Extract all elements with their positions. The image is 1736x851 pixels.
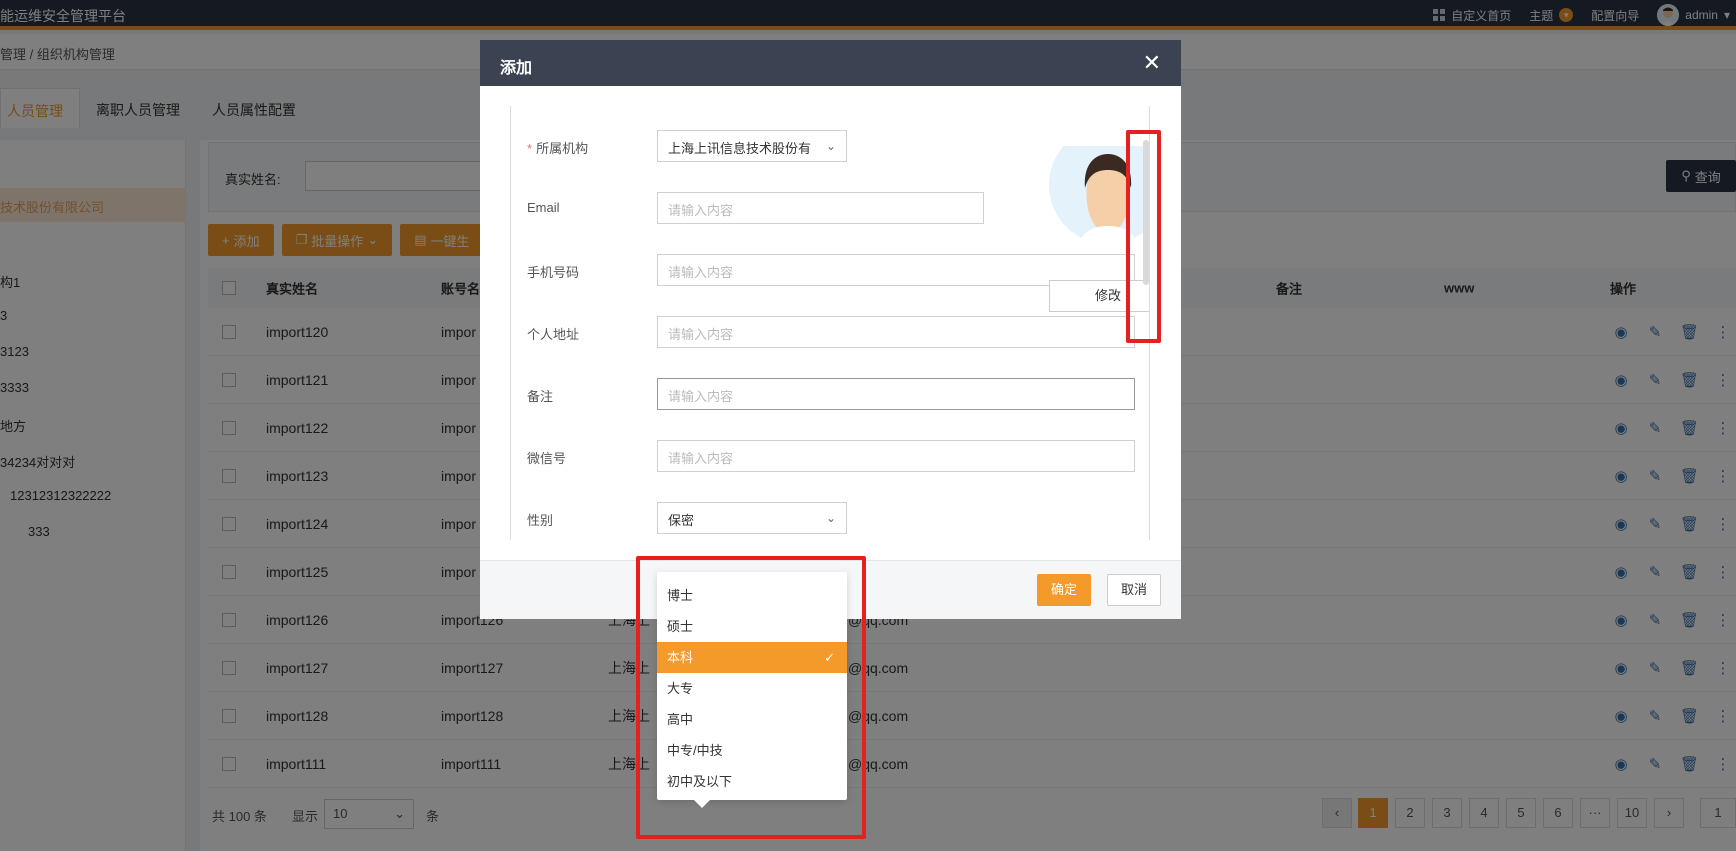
wechat-field[interactable]: 请输入内容 bbox=[657, 440, 1135, 472]
gender-label: 性别 bbox=[527, 513, 554, 528]
dropdown-highlight bbox=[636, 556, 866, 839]
form-row-address: 个人地址 请输入内容 bbox=[511, 316, 1150, 348]
chevron-down-icon: ⌄ bbox=[825, 511, 836, 525]
form-row-wechat: 微信号 请输入内容 bbox=[511, 440, 1150, 472]
confirm-button[interactable]: 确定 bbox=[1037, 574, 1091, 606]
chevron-down-icon: ⌄ bbox=[825, 139, 836, 153]
wechat-label: 微信号 bbox=[527, 451, 567, 466]
remark-label: 备注 bbox=[527, 389, 554, 404]
address-field[interactable]: 请输入内容 bbox=[657, 316, 1135, 348]
remark-field[interactable]: 请输入内容 bbox=[657, 378, 1135, 410]
close-icon[interactable]: ✕ bbox=[1143, 50, 1161, 76]
form-row-gender: 性别 保密 ⌄ bbox=[511, 502, 1150, 534]
dialog-title: 添加 bbox=[500, 60, 533, 77]
add-dialog: 添加 ✕ * 所属机构 上海上讯信息技术股份有 ⌄ Email 请输入内容 手机号码… bbox=[480, 40, 1181, 619]
required-mark: * bbox=[527, 141, 533, 156]
org-select[interactable]: 上海上讯信息技术股份有 ⌄ bbox=[657, 130, 847, 162]
form-scroll-area: * 所属机构 上海上讯信息技术股份有 ⌄ Email 请输入内容 手机号码 请输入内… bbox=[510, 106, 1150, 540]
email-field[interactable]: 请输入内容 bbox=[657, 192, 984, 224]
email-label: Email bbox=[527, 200, 560, 215]
scrollbar-highlight bbox=[1126, 130, 1161, 343]
org-label: 所属机构 bbox=[536, 141, 589, 156]
dialog-header: 添加 ✕ bbox=[480, 40, 1181, 86]
cancel-button[interactable]: 取消 bbox=[1107, 574, 1161, 606]
form-row-remark: 备注 请输入内容 bbox=[511, 378, 1150, 410]
phone-label: 手机号码 bbox=[527, 265, 580, 280]
address-label: 个人地址 bbox=[527, 327, 580, 342]
gender-select[interactable]: 保密 ⌄ bbox=[657, 502, 847, 534]
